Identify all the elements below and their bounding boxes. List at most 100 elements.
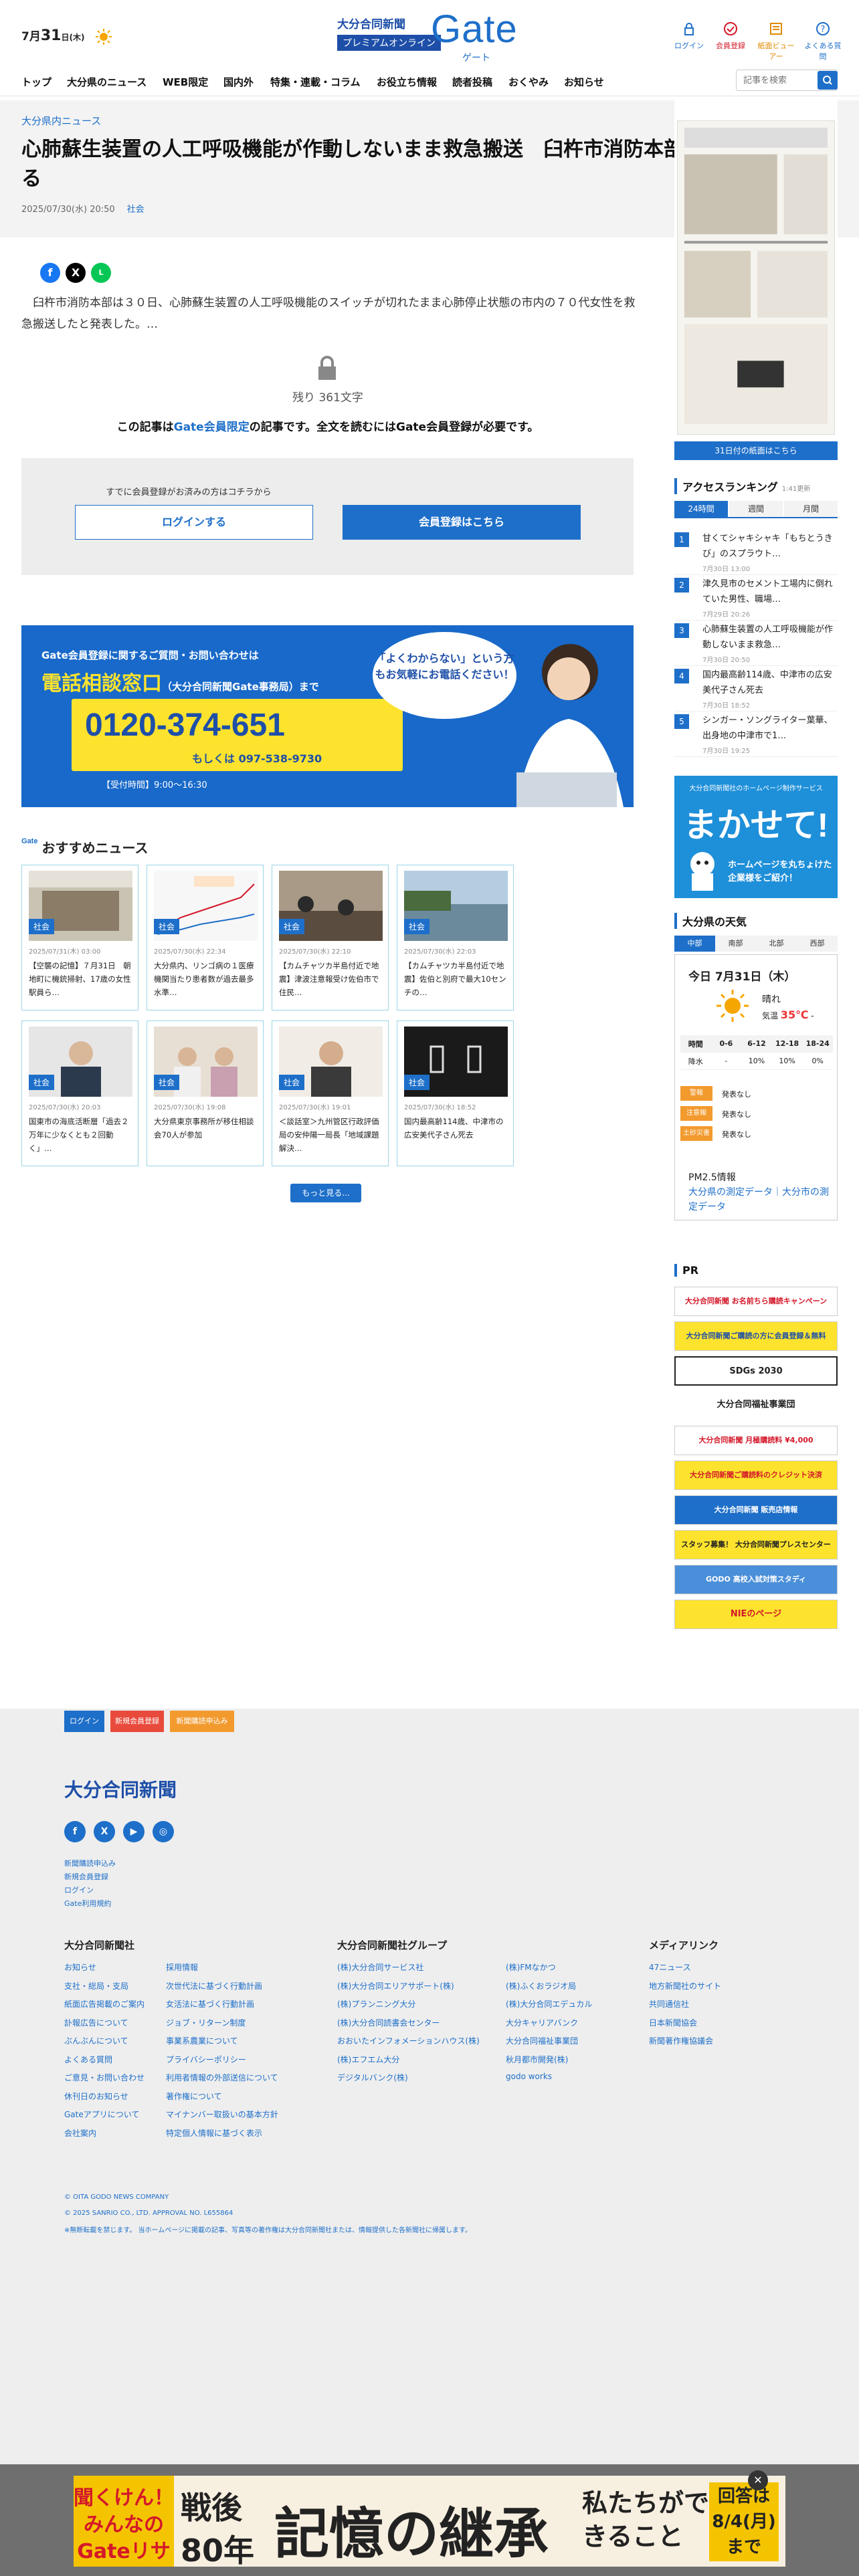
news-card[interactable]: 社会 2025/07/30(水) 18:52 国内最高齢114歳、中津市の広安美… bbox=[397, 1021, 514, 1166]
footer-link[interactable]: ご意見・お問い合わせ bbox=[64, 2072, 145, 2083]
footer-link[interactable]: 日本新聞協会 bbox=[649, 2017, 697, 2028]
footer-link[interactable]: 休刊日のお知らせ bbox=[64, 2090, 128, 2102]
footer-link[interactable]: 新聞著作権協議会 bbox=[649, 2035, 713, 2046]
instagram-icon[interactable]: ◎ bbox=[153, 1821, 174, 1842]
footer-link[interactable]: 次世代法に基づく行動計画 bbox=[166, 1980, 262, 1992]
footer-link[interactable]: (株)FMなかつ bbox=[506, 1961, 556, 1973]
nav-features[interactable]: 特集・連載・コラム bbox=[270, 75, 361, 89]
site-logo[interactable]: 大分合同新聞 プレミアムオンライン Gate ゲート bbox=[332, 7, 527, 64]
footer-link[interactable]: マイナンバー取扱いの基本方針 bbox=[166, 2109, 278, 2120]
news-card[interactable]: 社会 2025/07/31(木) 03:00 【空襲の記憶】７月31日 朝地町に… bbox=[21, 865, 138, 1010]
x-icon[interactable]: X bbox=[66, 263, 86, 283]
util-login[interactable]: ログイン bbox=[669, 21, 709, 51]
pr-banner[interactable]: 大分合同新聞ご購読料のクレジット決済 bbox=[674, 1461, 838, 1490]
footer-link[interactable]: 女活法に基づく行動計画 bbox=[166, 1998, 254, 2010]
news-card[interactable]: 社会 2025/07/30(水) 22:34 大分県内、リンゴ病の１医療機関当た… bbox=[147, 865, 264, 1010]
nav-useful-info[interactable]: お役立ち情報 bbox=[377, 75, 437, 89]
news-card[interactable]: 社会 2025/07/30(水) 20:03 国東市の海底活断層「過去２万年に少… bbox=[21, 1021, 138, 1166]
category-link[interactable]: 大分県内ニュース bbox=[21, 114, 101, 128]
tab-south[interactable]: 南部 bbox=[715, 936, 756, 952]
pr-banner[interactable]: SDGs 2030 bbox=[674, 1356, 838, 1386]
footer-link[interactable]: (株)大分合同読書会センター bbox=[337, 2017, 440, 2028]
news-card[interactable]: 社会 2025/07/30(水) 19:01 ＜談話室＞九州管区行政評価局の安仲… bbox=[272, 1021, 389, 1166]
footer-link[interactable]: (株)エフエム大分 bbox=[337, 2054, 399, 2065]
util-register[interactable]: 会員登録 bbox=[710, 21, 751, 51]
footer-link[interactable]: (株)プランニング大分 bbox=[337, 1998, 415, 2010]
pr-banner[interactable]: 大分合同新聞 月極購読料 ¥4,000 bbox=[674, 1426, 838, 1455]
pr-banner[interactable]: 大分合同新聞ご購読の方に会員登録＆無料 bbox=[674, 1321, 838, 1351]
close-icon[interactable]: ✕ bbox=[748, 2470, 768, 2490]
util-viewer[interactable]: 紙面ビューアー bbox=[756, 21, 796, 62]
footer-link[interactable]: 大分キャリアバンク bbox=[506, 2017, 578, 2028]
footer-link[interactable]: 採用情報 bbox=[166, 1961, 198, 1973]
ranking-item[interactable]: 2 津久見市のセメント工場内に倒れていた男性、職場… 7月29日 20:26 bbox=[674, 575, 838, 621]
pr-banner[interactable]: NIEのページ bbox=[674, 1600, 838, 1629]
tab-24h[interactable]: 24時間 bbox=[674, 501, 728, 517]
tab-west[interactable]: 西部 bbox=[797, 936, 838, 952]
nav-web-only[interactable]: WEB限定 bbox=[163, 75, 208, 89]
facebook-icon[interactable]: f bbox=[40, 263, 60, 283]
login-button[interactable]: ログインする bbox=[75, 505, 313, 540]
tab-weekly[interactable]: 週間 bbox=[729, 501, 783, 517]
footer-link[interactable]: (株)大分合同エリアサポート(株) bbox=[337, 1980, 454, 1992]
tab-monthly[interactable]: 月間 bbox=[784, 501, 838, 517]
pm25-link[interactable]: 大分県の測定データ｜大分市の測定データ bbox=[688, 1185, 832, 1214]
more-button[interactable]: もっと見る... bbox=[290, 1184, 361, 1202]
youtube-icon[interactable]: ▶ bbox=[123, 1821, 145, 1842]
nav-top[interactable]: トップ bbox=[21, 75, 52, 89]
register-button[interactable]: 会員登録はこちら bbox=[343, 505, 581, 540]
footer-link[interactable]: 支社・総局・支局 bbox=[64, 1980, 128, 1992]
makasete-banner[interactable]: 大分合同新聞社のホームページ制作サービス まかせて! ホームページを丸ちょけた企… bbox=[674, 776, 838, 898]
util-faq[interactable]: ? よくある質問 bbox=[803, 21, 843, 62]
pr-banner[interactable]: 大分合同新聞 販売店情報 bbox=[674, 1495, 838, 1525]
ranking-item[interactable]: 1 甘くてシャキシャキ「もちとうきび」のスプラウト… 7月30日 13:00 bbox=[674, 530, 838, 575]
footer-link[interactable]: 大分合同福祉事業団 bbox=[506, 2035, 578, 2046]
footer-link[interactable]: 会社案内 bbox=[64, 2127, 96, 2139]
news-card[interactable]: 社会 2025/07/30(水) 22:10 【カムチャツカ半島付近で地震】津波… bbox=[272, 865, 389, 1010]
footer-link[interactable]: (株)大分合同サービス社 bbox=[337, 1961, 423, 1973]
footer-subscribe-button[interactable]: 新聞購読申込み bbox=[170, 1711, 234, 1732]
nav-domestic[interactable]: 国内外 bbox=[223, 75, 254, 89]
article-category[interactable]: 社会 bbox=[127, 205, 145, 215]
footer-link[interactable]: 事業系農業について bbox=[166, 2035, 238, 2046]
news-card[interactable]: 社会 2025/07/30(水) 22:03 【カムチャツカ半島付近で地震】佐伯… bbox=[397, 865, 514, 1010]
facebook-icon[interactable]: f bbox=[64, 1821, 86, 1842]
ranking-item[interactable]: 5 シンガー・ソングライター葉華、出身地の中津市で1… 7月30日 19:25 bbox=[674, 712, 838, 757]
footer-link[interactable]: 地方新聞社のサイト bbox=[649, 1980, 721, 1992]
newspaper-caption[interactable]: 31日付の紙面はこちら bbox=[674, 441, 838, 460]
nav-reader-posts[interactable]: 読者投稿 bbox=[452, 75, 492, 89]
newspaper-viewer[interactable]: 31日付の紙面はこちら bbox=[674, 100, 838, 463]
footer-link[interactable]: 新聞購読申込み bbox=[64, 1858, 116, 1868]
footer-link[interactable]: 利用者情報の外部送信について bbox=[166, 2072, 278, 2083]
footer-link[interactable]: 著作権について bbox=[166, 2090, 222, 2102]
ranking-item[interactable]: 4 国内最高齢114歳、中津市の広安美代子さん死去 7月30日 18:52 bbox=[674, 666, 838, 712]
footer-link[interactable]: 共同通信社 bbox=[649, 1998, 689, 2010]
footer-link[interactable]: Gateアプリについて bbox=[64, 2109, 139, 2120]
footer-link[interactable]: godo works bbox=[506, 2072, 552, 2081]
search-button[interactable] bbox=[818, 71, 838, 90]
tab-central[interactable]: 中部 bbox=[674, 936, 715, 952]
pr-banner[interactable]: 大分合同新聞 お名前ちら購読キャンペーン QUOカード3,000円分プレゼント bbox=[674, 1287, 838, 1316]
pr-banner[interactable]: 大分合同福祉事業団 bbox=[674, 1391, 838, 1420]
footer-link[interactable]: 訃報広告について bbox=[64, 2017, 128, 2028]
footer-link[interactable]: 47ニュース bbox=[649, 1961, 691, 1973]
footer-logo[interactable]: 大分合同新聞 bbox=[64, 1776, 177, 1802]
bottom-ad-banner[interactable]: 聞くけん！みんなのGateリサーチ 戦後 80年 記憶の継承 私たちができること… bbox=[74, 2476, 785, 2567]
footer-link[interactable]: 秋月都市開発(株) bbox=[506, 2054, 568, 2065]
support-ad-banner[interactable]: Gate会員登録に関するご質問・お問い合わせは 電話相談窓口（大分合同新聞Gat… bbox=[21, 625, 634, 807]
footer-link[interactable]: よくある質問 bbox=[64, 2054, 112, 2065]
footer-link[interactable]: 特定個人情報に基づく表示 bbox=[166, 2127, 262, 2139]
line-icon[interactable]: L bbox=[91, 263, 111, 283]
footer-link[interactable]: お知らせ bbox=[64, 1961, 96, 1973]
footer-link[interactable]: デジタルバンク(株) bbox=[337, 2072, 408, 2083]
pr-banner[interactable]: GODO 高校入試対策スタディ bbox=[674, 1565, 838, 1594]
footer-register-button[interactable]: 新規会員登録 bbox=[110, 1711, 164, 1732]
footer-link[interactable]: (株)ふくおラジオ局 bbox=[506, 1980, 576, 1992]
footer-link[interactable]: (株)大分合同エデュカル bbox=[506, 1998, 592, 2010]
footer-link[interactable]: 新規会員登録 bbox=[64, 1871, 108, 1882]
footer-login-button[interactable]: ログイン bbox=[64, 1711, 104, 1732]
x-icon[interactable]: X bbox=[94, 1821, 115, 1842]
footer-link[interactable]: おおいたインフォメーションハウス(株) bbox=[337, 2035, 480, 2046]
footer-link[interactable]: 紙面広告掲載のご案内 bbox=[64, 1998, 145, 2010]
news-card[interactable]: 社会 2025/07/30(水) 19:08 大分県東京事務所が移住相談会70人… bbox=[147, 1021, 264, 1166]
